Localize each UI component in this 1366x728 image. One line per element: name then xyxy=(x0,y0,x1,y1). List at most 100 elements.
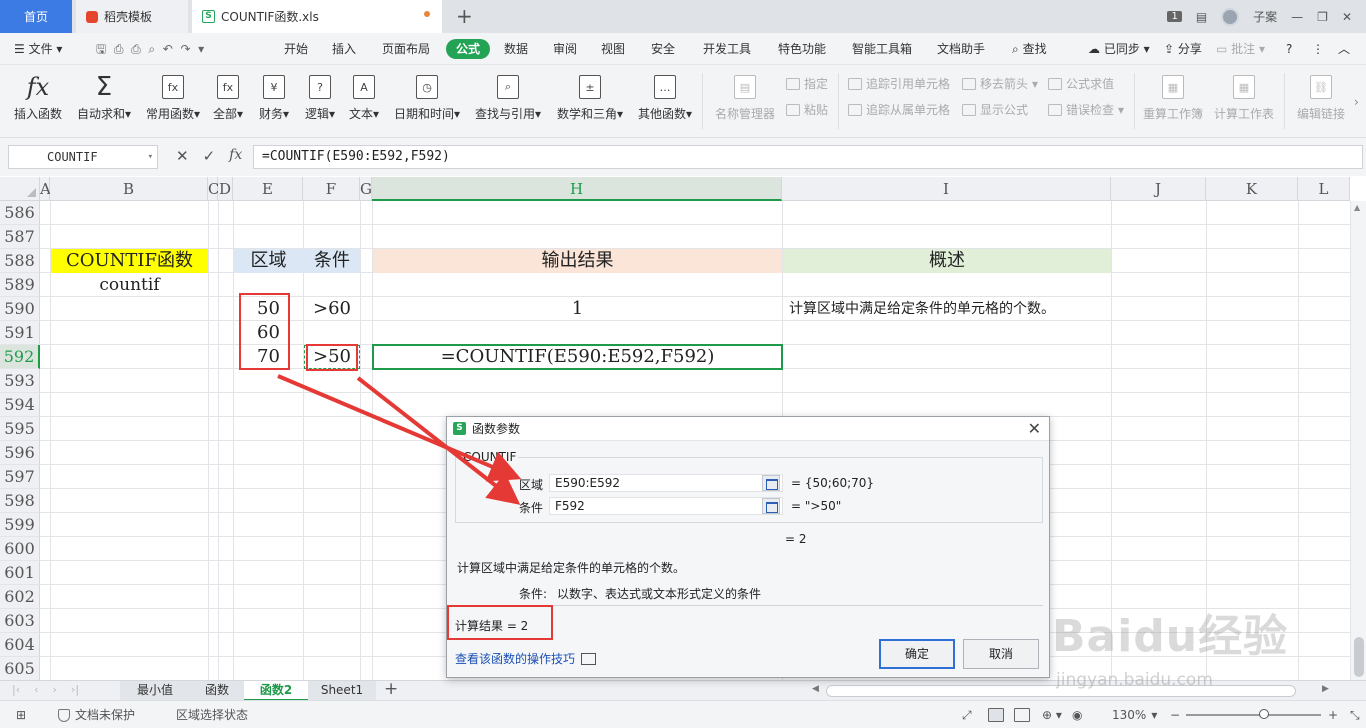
fullscreen-icon[interactable]: ⤢ xyxy=(962,701,972,728)
new-tab-button[interactable]: + xyxy=(456,4,473,28)
row-header-587[interactable]: 587 xyxy=(0,225,40,249)
cell-b589[interactable]: countif xyxy=(51,273,208,297)
cell-f588[interactable]: 条件 xyxy=(304,249,360,273)
restore-button[interactable]: ❐ xyxy=(1317,10,1328,24)
cancel-button[interactable]: 取消 xyxy=(963,639,1039,669)
lookup-functions-button[interactable]: ⌕ 查找与引用▾ xyxy=(472,69,544,122)
range-input[interactable]: E590:E592 xyxy=(549,474,783,492)
row-header-595[interactable]: 595 xyxy=(0,417,40,441)
datetime-functions-button[interactable]: ◷ 日期和时间▾ xyxy=(392,69,462,122)
col-header-e[interactable]: E xyxy=(233,177,303,201)
menu-item-data[interactable]: 数据 xyxy=(504,33,528,65)
menu-item-insert[interactable]: 插入 xyxy=(332,33,356,65)
sheet-tab-sheet1[interactable]: Sheet1 xyxy=(308,681,376,701)
sheet-tab-min[interactable]: 最小值 xyxy=(120,681,190,701)
autosum-button[interactable]: Σ 自动求和▾ xyxy=(74,69,134,122)
ribbon-scroll-right-icon[interactable]: › xyxy=(1354,95,1359,109)
share-button[interactable]: ⇪ 分享 xyxy=(1164,33,1202,65)
zoom-in-icon[interactable]: + xyxy=(1328,701,1338,728)
row-header-588[interactable]: 588 xyxy=(0,249,40,273)
zoom-level[interactable]: 130% ▾ xyxy=(1112,701,1157,728)
select-all-corner[interactable] xyxy=(0,177,40,201)
print-icon[interactable]: ⎙ xyxy=(131,42,141,56)
col-header-d[interactable]: D xyxy=(218,177,233,201)
tab-home[interactable]: 首页 xyxy=(0,0,72,33)
row-header-605[interactable]: 605 xyxy=(0,657,40,681)
menu-item-developer[interactable]: 开发工具 xyxy=(703,33,751,65)
user-name[interactable]: 子案 xyxy=(1253,8,1277,25)
all-functions-button[interactable]: fx 全部▾ xyxy=(210,69,246,122)
define-name-button[interactable]: 指定 xyxy=(786,75,828,92)
row-header-599[interactable]: 599 xyxy=(0,513,40,537)
name-box[interactable]: COUNTIF ▾ xyxy=(8,145,158,169)
normal-view-button[interactable] xyxy=(988,701,1004,728)
redo-icon[interactable]: ↷ xyxy=(180,42,190,56)
vertical-scroll-thumb[interactable] xyxy=(1354,637,1364,677)
function-tips-link[interactable]: 查看该函数的操作技巧 xyxy=(455,650,597,667)
row-header-594[interactable]: 594 xyxy=(0,393,40,417)
ok-button[interactable]: 确定 xyxy=(879,639,955,669)
show-formulas-button[interactable]: 显示公式 xyxy=(962,101,1028,118)
zoom-slider-knob[interactable] xyxy=(1259,709,1269,719)
col-header-b[interactable]: B xyxy=(50,177,208,201)
col-header-i[interactable]: I xyxy=(782,177,1111,201)
menu-item-doc-assistant[interactable]: 文档助手 xyxy=(937,33,985,65)
file-menu[interactable]: ☰ 文件 ▾ xyxy=(14,33,62,65)
cell-f590[interactable]: >60 xyxy=(304,297,360,321)
horizontal-scrollbar[interactable]: ◀ ▶ xyxy=(810,684,1340,697)
menu-item-formulas[interactable]: 公式 xyxy=(446,39,491,59)
text-functions-button[interactable]: A 文本▾ xyxy=(346,69,382,122)
range-collapse-button[interactable] xyxy=(762,475,780,491)
tab-document[interactable]: S COUNTIF函数.xls xyxy=(192,0,442,33)
scroll-up-icon[interactable]: ▲ xyxy=(1354,203,1360,212)
col-header-j[interactable]: J xyxy=(1111,177,1206,201)
row-header-590[interactable]: 590 xyxy=(0,297,40,321)
row-header-596[interactable]: 596 xyxy=(0,441,40,465)
collapse-ribbon-icon[interactable]: ︿ xyxy=(1338,33,1350,65)
row-header-586[interactable]: 586 xyxy=(0,201,40,225)
col-header-f[interactable]: F xyxy=(303,177,360,201)
other-functions-button[interactable]: … 其他函数▾ xyxy=(636,69,694,122)
logical-functions-button[interactable]: ? 逻辑▾ xyxy=(302,69,338,122)
chevron-down-icon[interactable]: ▾ xyxy=(148,146,153,168)
math-functions-button[interactable]: ± 数学和三角▾ xyxy=(554,69,626,122)
row-header-602[interactable]: 602 xyxy=(0,585,40,609)
close-window-button[interactable]: ✕ xyxy=(1342,10,1352,24)
row-header-603[interactable]: 603 xyxy=(0,609,40,633)
menu-item-features[interactable]: 特色功能 xyxy=(778,33,826,65)
more-icon[interactable]: ⋮ xyxy=(1312,33,1324,65)
status-layout-icon[interactable]: ⊞ xyxy=(16,701,26,728)
row-header-598[interactable]: 598 xyxy=(0,489,40,513)
help-icon[interactable]: ? xyxy=(1286,33,1292,65)
confirm-formula-icon[interactable]: ✓ xyxy=(203,147,216,165)
row-header-601[interactable]: 601 xyxy=(0,561,40,585)
zoom-slider[interactable] xyxy=(1186,709,1321,719)
menu-item-toolbox[interactable]: 智能工具箱 xyxy=(852,33,912,65)
col-header-g[interactable]: G xyxy=(360,177,372,201)
tile-icon[interactable]: ▤ xyxy=(1196,10,1207,24)
zoom-out-icon[interactable]: − xyxy=(1170,701,1180,728)
avatar[interactable] xyxy=(1221,7,1240,26)
name-manager-button[interactable]: ▤ 名称管理器 xyxy=(712,69,778,122)
status-expand-icon[interactable]: ⤡ xyxy=(1350,701,1360,728)
menu-item-page-layout[interactable]: 页面布局 xyxy=(382,33,430,65)
minimize-button[interactable]: — xyxy=(1291,10,1303,24)
horizontal-scroll-thumb[interactable] xyxy=(826,685,1296,697)
export-icon[interactable]: ⎙ xyxy=(114,42,124,56)
add-sheet-button[interactable]: + xyxy=(384,679,398,699)
trace-dependents-button[interactable]: 追踪从属单元格 xyxy=(848,101,950,118)
row-header-600[interactable]: 600 xyxy=(0,537,40,561)
scroll-left-icon[interactable]: ◀ xyxy=(812,684,819,694)
sync-status[interactable]: ☁ 已同步 ▾ xyxy=(1088,33,1150,65)
cell-e588[interactable]: 区域 xyxy=(234,249,303,273)
page-break-view-button[interactable]: ⊕ ▾ xyxy=(1042,701,1062,728)
row-header-592[interactable]: 592 xyxy=(0,345,40,369)
edit-links-button[interactable]: ⛓ 编辑链接 xyxy=(1294,69,1348,122)
col-header-c[interactable]: C xyxy=(208,177,219,201)
insert-function-button[interactable]: fx 插入函数 xyxy=(10,69,66,122)
protection-status[interactable]: 文档未保护 xyxy=(58,701,135,728)
row-header-597[interactable]: 597 xyxy=(0,465,40,489)
chevron-down-icon[interactable]: ▾ xyxy=(198,42,204,56)
next-sheet-icon[interactable]: › xyxy=(53,683,57,696)
close-icon[interactable]: ✕ xyxy=(1028,419,1041,438)
